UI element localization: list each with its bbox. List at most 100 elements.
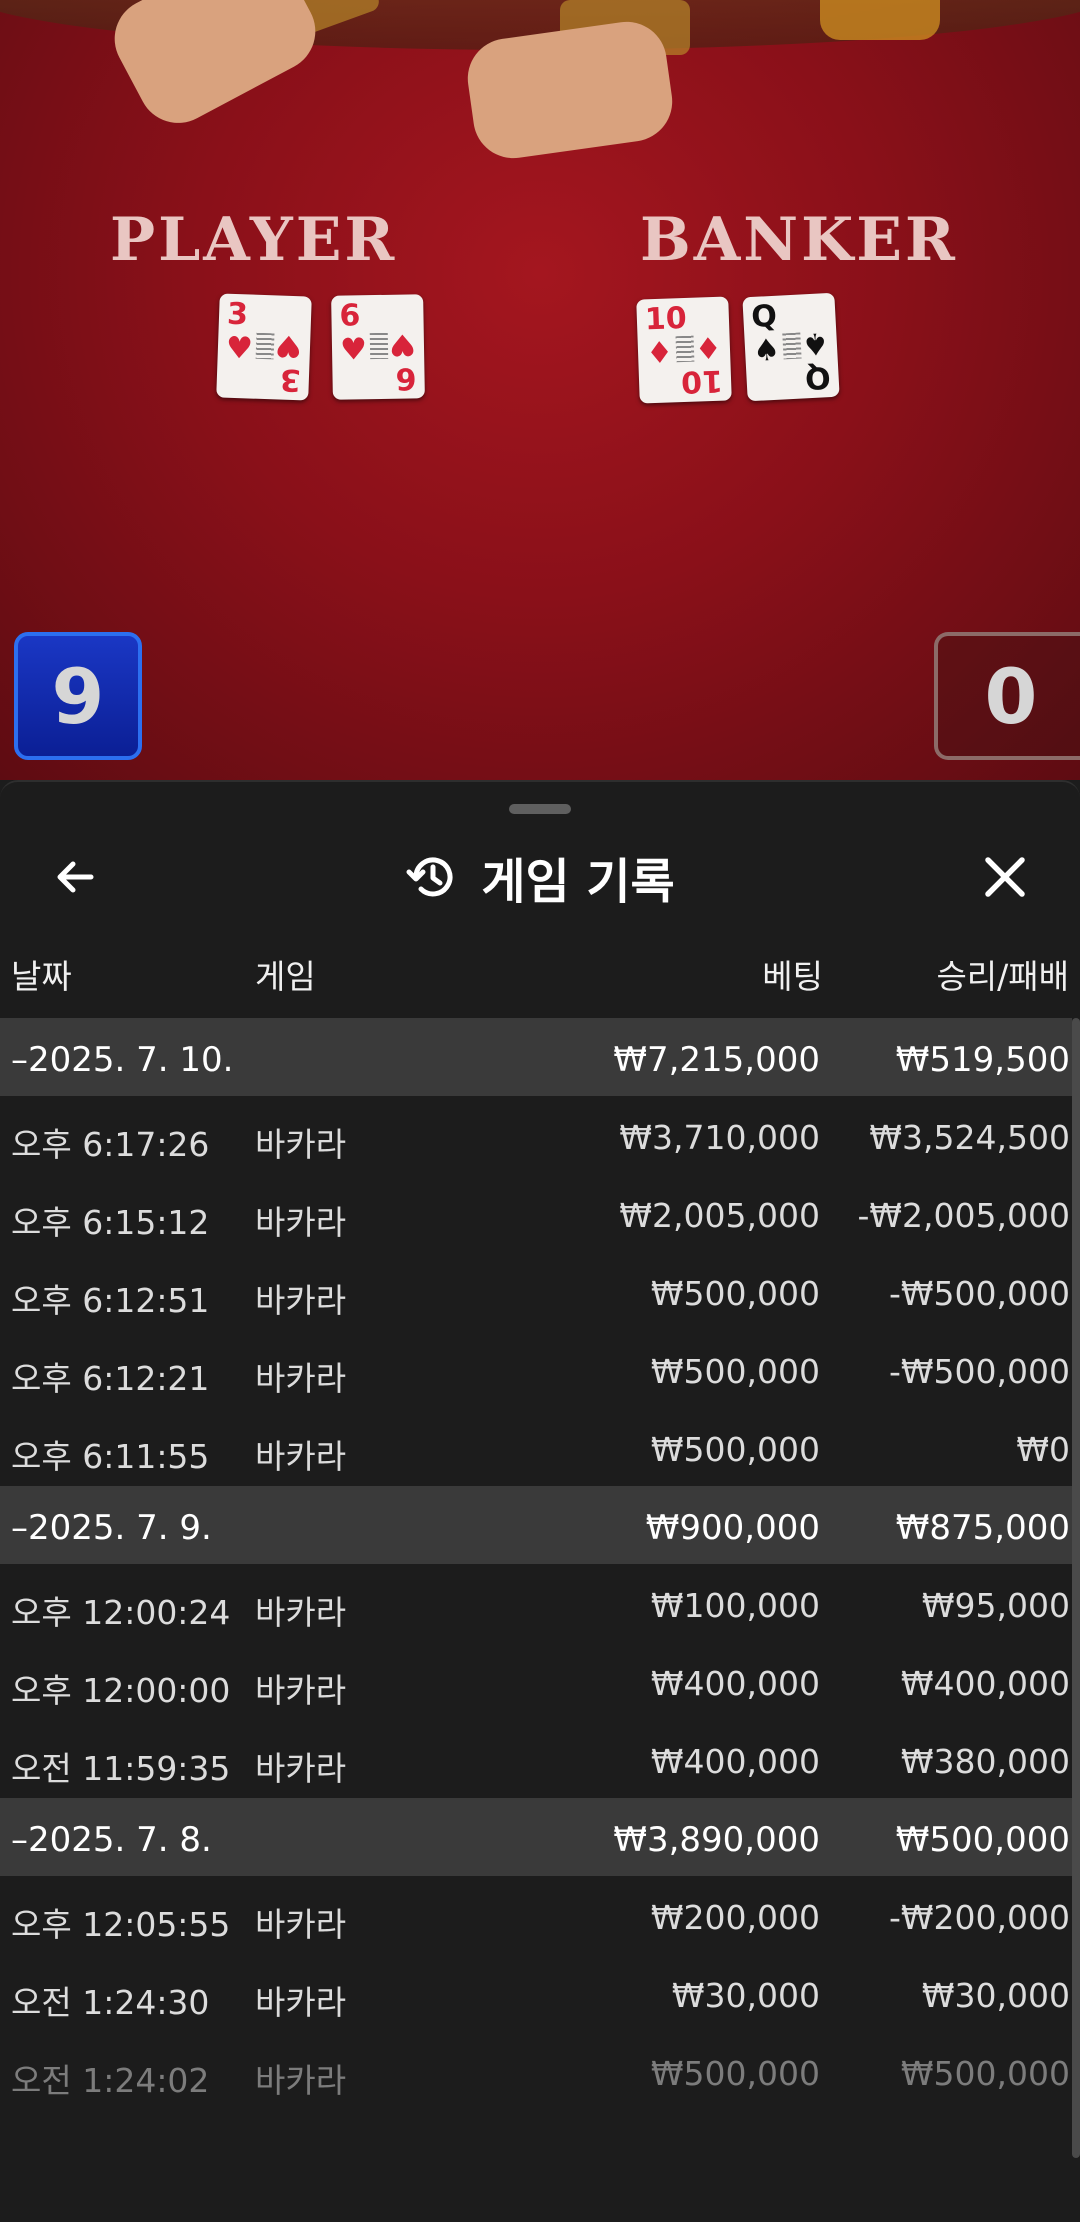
card-center-pattern [255, 332, 275, 360]
player-label: PLAYER [110, 205, 398, 275]
row-game: 바카라 [255, 1203, 347, 1242]
card-rank: Q ♠ [750, 298, 781, 369]
row-bet: ₩100,000 [650, 1586, 820, 1625]
banker-card-1: 10 ♦ 10 ♦ [636, 296, 732, 404]
row-win-loss: ₩95,000 [921, 1586, 1070, 1625]
row-win-loss: ₩500,000 [900, 2054, 1070, 2093]
table-row[interactable]: 오전 11:59:35 바카라 ₩400,000 ₩380,000 [0, 1720, 1072, 1798]
live-video-feed: PLAYER BANKER 3 ♥ 3 ♥ 6 ♥ 6 ♥ 10 ♦ 10 ♦ … [0, 0, 1080, 780]
card-center-pattern [369, 332, 389, 360]
table-row[interactable]: 오후 6:11:55 바카라 ₩500,000 ₩0 [0, 1408, 1072, 1486]
card-rank: 3 ♥ [225, 296, 254, 367]
row-time: 오전 11:59:35 [11, 1749, 231, 1788]
row-time: 오후 12:00:00 [11, 1671, 231, 1710]
row-time: 오후 6:17:26 [11, 1125, 210, 1164]
table-row[interactable]: 오전 1:24:30 바카라 ₩30,000 ₩30,000 [0, 1954, 1072, 2032]
dealer-shirt [820, 0, 940, 40]
row-time: 오전 1:24:02 [11, 2061, 210, 2100]
banker-score-badge: 0 [934, 632, 1080, 760]
row-game: 바카라 [255, 1593, 347, 1632]
row-bet: ₩500,000 [650, 1274, 820, 1313]
group-date: –2025. 7. 8. [11, 1820, 212, 1860]
row-time: 오후 6:12:51 [11, 1281, 210, 1320]
card-center-pattern [782, 332, 802, 360]
row-win-loss: -₩500,000 [888, 1274, 1070, 1313]
group-date: –2025. 7. 10. [11, 1040, 234, 1080]
row-game: 바카라 [255, 1749, 347, 1788]
close-button[interactable] [970, 842, 1040, 912]
history-list[interactable]: –2025. 7. 10. ₩7,215,000 ₩519,500 오후 6:1… [0, 1018, 1072, 2110]
card-rank: 6 ♥ [339, 298, 368, 368]
player-score-badge: 9 [14, 632, 142, 760]
row-bet: ₩500,000 [650, 2054, 820, 2093]
row-win-loss: -₩2,005,000 [857, 1196, 1071, 1235]
group-win-total: ₩500,000 [895, 1820, 1070, 1860]
table-row[interactable]: 오후 12:00:24 바카라 ₩100,000 ₩95,000 [0, 1564, 1072, 1642]
scrollbar[interactable] [1072, 1018, 1080, 2158]
card-rank-inverted: 6 ♥ [388, 326, 417, 396]
row-win-loss: ₩3,524,500 [869, 1118, 1070, 1157]
group-bet-total: ₩7,215,000 [613, 1040, 820, 1080]
group-win-total: ₩875,000 [895, 1508, 1070, 1548]
row-time: 오전 1:24:30 [11, 1983, 210, 2022]
player-card-2: 6 ♥ 6 ♥ [331, 294, 425, 400]
row-bet: ₩200,000 [650, 1898, 820, 1937]
group-bet-total: ₩3,890,000 [613, 1820, 820, 1860]
table-row[interactable]: 오후 6:12:51 바카라 ₩500,000 -₩500,000 [0, 1252, 1072, 1330]
date-group-row[interactable]: –2025. 7. 9. ₩900,000 ₩875,000 [0, 1486, 1072, 1564]
game-history-sheet: 게임 기록 날짜 게임 베팅 승리/패배 –2025. 7. 10. ₩7,21… [0, 780, 1080, 2222]
date-group-row[interactable]: –2025. 7. 10. ₩7,215,000 ₩519,500 [0, 1018, 1072, 1096]
table-row[interactable]: 오전 1:24:02 바카라 ₩500,000 ₩500,000 [0, 2032, 1072, 2110]
column-header-game: 게임 [255, 957, 316, 996]
dealer-left-hand [100, 0, 330, 137]
row-bet: ₩400,000 [650, 1742, 820, 1781]
column-header-date: 날짜 [11, 957, 72, 996]
row-time: 오후 12:00:24 [11, 1593, 231, 1632]
sheet-header: 게임 기록 [0, 832, 1080, 922]
row-game: 바카라 [255, 1125, 347, 1164]
table-row[interactable]: 오후 12:05:55 바카라 ₩200,000 -₩200,000 [0, 1876, 1072, 1954]
row-game: 바카라 [255, 1359, 347, 1398]
banker-label: BANKER [640, 205, 958, 275]
row-game: 바카라 [255, 2061, 347, 2100]
row-game: 바카라 [255, 1905, 347, 1944]
row-time: 오후 6:12:21 [11, 1359, 210, 1398]
table-header: 날짜 게임 베팅 승리/패배 [0, 950, 1080, 1000]
row-win-loss: ₩0 [1016, 1430, 1070, 1469]
row-time: 오후 6:15:12 [11, 1203, 210, 1242]
group-bet-total: ₩900,000 [645, 1508, 820, 1548]
table-row[interactable]: 오후 6:17:26 바카라 ₩3,710,000 ₩3,524,500 [0, 1096, 1072, 1174]
row-bet: ₩500,000 [650, 1352, 820, 1391]
group-win-total: ₩519,500 [895, 1040, 1070, 1080]
player-card-1: 3 ♥ 3 ♥ [216, 293, 312, 401]
row-time: 오후 6:11:55 [11, 1437, 210, 1476]
page-title: 게임 기록 [481, 854, 675, 910]
row-win-loss: ₩380,000 [900, 1742, 1070, 1781]
card-rank-inverted: 3 ♥ [274, 327, 303, 398]
table-row[interactable]: 오후 12:00:00 바카라 ₩400,000 ₩400,000 [0, 1642, 1072, 1720]
date-group-row[interactable]: –2025. 7. 8. ₩3,890,000 ₩500,000 [0, 1798, 1072, 1876]
row-bet: ₩30,000 [671, 1976, 820, 2015]
group-date: –2025. 7. 9. [11, 1508, 212, 1548]
banker-card-2: Q ♠ Q ♠ [742, 292, 840, 402]
row-win-loss: ₩400,000 [900, 1664, 1070, 1703]
drag-handle[interactable] [509, 804, 571, 814]
row-bet: ₩2,005,000 [619, 1196, 820, 1235]
row-win-loss: -₩200,000 [888, 1898, 1070, 1937]
table-row[interactable]: 오후 6:12:21 바카라 ₩500,000 -₩500,000 [0, 1330, 1072, 1408]
row-game: 바카라 [255, 1437, 347, 1476]
card-rank-inverted: Q ♠ [801, 325, 832, 396]
row-bet: ₩3,710,000 [619, 1118, 820, 1157]
close-icon [985, 857, 1025, 897]
column-header-bet: 베팅 [762, 957, 823, 996]
row-win-loss: -₩500,000 [888, 1352, 1070, 1391]
history-icon [406, 857, 453, 897]
row-game: 바카라 [255, 1671, 347, 1710]
row-bet: ₩500,000 [650, 1430, 820, 1469]
row-bet: ₩400,000 [650, 1664, 820, 1703]
row-time: 오후 12:05:55 [11, 1905, 231, 1944]
card-rank-inverted: 10 ♦ [680, 328, 724, 400]
row-game: 바카라 [255, 1281, 347, 1320]
table-row[interactable]: 오후 6:15:12 바카라 ₩2,005,000 -₩2,005,000 [0, 1174, 1072, 1252]
column-header-win-loss: 승리/패배 [936, 957, 1069, 996]
